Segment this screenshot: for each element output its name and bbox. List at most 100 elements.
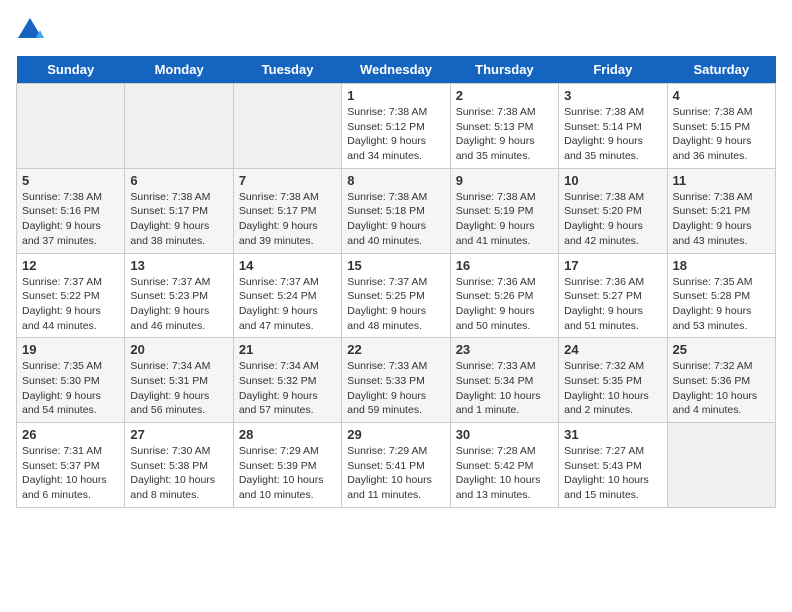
day-header-tuesday: Tuesday: [233, 56, 341, 84]
cell-info-text: Sunrise: 7:28 AM Sunset: 5:42 PM Dayligh…: [456, 444, 553, 503]
cell-info-text: Sunrise: 7:38 AM Sunset: 5:17 PM Dayligh…: [239, 190, 336, 249]
calendar-cell: 5 Sunrise: 7:38 AM Sunset: 5:16 PM Daylig…: [17, 168, 125, 253]
cell-info-text: Sunrise: 7:35 AM Sunset: 5:30 PM Dayligh…: [22, 359, 119, 418]
calendar-cell: 1 Sunrise: 7:38 AM Sunset: 5:12 PM Daylig…: [342, 84, 450, 169]
cell-date-number: 10: [564, 173, 661, 188]
cell-date-number: 5: [22, 173, 119, 188]
cell-date-number: 21: [239, 342, 336, 357]
cell-date-number: 18: [673, 258, 770, 273]
cell-date-number: 1: [347, 88, 444, 103]
cell-date-number: 11: [673, 173, 770, 188]
cell-date-number: 6: [130, 173, 227, 188]
cell-info-text: Sunrise: 7:31 AM Sunset: 5:37 PM Dayligh…: [22, 444, 119, 503]
calendar-cell: 9 Sunrise: 7:38 AM Sunset: 5:19 PM Daylig…: [450, 168, 558, 253]
calendar-cell: 16 Sunrise: 7:36 AM Sunset: 5:26 PM Dayli…: [450, 253, 558, 338]
cell-date-number: 12: [22, 258, 119, 273]
logo-icon: [16, 16, 44, 44]
cell-date-number: 26: [22, 427, 119, 442]
cell-date-number: 9: [456, 173, 553, 188]
day-header-thursday: Thursday: [450, 56, 558, 84]
calendar-cell: 28Sunrise: 7:29 AM Sunset: 5:39 PM Dayli…: [233, 423, 341, 508]
logo: [16, 16, 48, 44]
cell-info-text: Sunrise: 7:36 AM Sunset: 5:26 PM Dayligh…: [456, 275, 553, 334]
cell-info-text: Sunrise: 7:29 AM Sunset: 5:39 PM Dayligh…: [239, 444, 336, 503]
week-row-2: 5 Sunrise: 7:38 AM Sunset: 5:16 PM Daylig…: [17, 168, 776, 253]
cell-info-text: Sunrise: 7:37 AM Sunset: 5:24 PM Dayligh…: [239, 275, 336, 334]
cell-date-number: 4: [673, 88, 770, 103]
cell-info-text: Sunrise: 7:32 AM Sunset: 5:35 PM Dayligh…: [564, 359, 661, 418]
calendar-cell: 14 Sunrise: 7:37 AM Sunset: 5:24 PM Dayli…: [233, 253, 341, 338]
calendar-cell: 11 Sunrise: 7:38 AM Sunset: 5:21 PM Dayli…: [667, 168, 775, 253]
cell-date-number: 20: [130, 342, 227, 357]
cell-info-text: Sunrise: 7:37 AM Sunset: 5:25 PM Dayligh…: [347, 275, 444, 334]
cell-info-text: Sunrise: 7:36 AM Sunset: 5:27 PM Dayligh…: [564, 275, 661, 334]
cell-date-number: 16: [456, 258, 553, 273]
calendar-cell: 29 Sunrise: 7:29 AM Sunset: 5:41 PM Dayli…: [342, 423, 450, 508]
week-row-1: 1 Sunrise: 7:38 AM Sunset: 5:12 PM Daylig…: [17, 84, 776, 169]
cell-info-text: Sunrise: 7:38 AM Sunset: 5:16 PM Dayligh…: [22, 190, 119, 249]
cell-info-text: Sunrise: 7:38 AM Sunset: 5:21 PM Dayligh…: [673, 190, 770, 249]
calendar-cell: 8 Sunrise: 7:38 AM Sunset: 5:18 PM Daylig…: [342, 168, 450, 253]
cell-info-text: Sunrise: 7:30 AM Sunset: 5:38 PM Dayligh…: [130, 444, 227, 503]
cell-date-number: 19: [22, 342, 119, 357]
cell-date-number: 3: [564, 88, 661, 103]
cell-info-text: Sunrise: 7:38 AM Sunset: 5:18 PM Dayligh…: [347, 190, 444, 249]
cell-info-text: Sunrise: 7:38 AM Sunset: 5:13 PM Dayligh…: [456, 105, 553, 164]
cell-info-text: Sunrise: 7:37 AM Sunset: 5:23 PM Dayligh…: [130, 275, 227, 334]
calendar-cell: [17, 84, 125, 169]
cell-info-text: Sunrise: 7:38 AM Sunset: 5:17 PM Dayligh…: [130, 190, 227, 249]
calendar-cell: [667, 423, 775, 508]
cell-info-text: Sunrise: 7:38 AM Sunset: 5:12 PM Dayligh…: [347, 105, 444, 164]
cell-info-text: Sunrise: 7:32 AM Sunset: 5:36 PM Dayligh…: [673, 359, 770, 418]
calendar-cell: 21Sunrise: 7:34 AM Sunset: 5:32 PM Dayli…: [233, 338, 341, 423]
week-row-5: 26 Sunrise: 7:31 AM Sunset: 5:37 PM Dayli…: [17, 423, 776, 508]
calendar-cell: 2Sunrise: 7:38 AM Sunset: 5:13 PM Daylig…: [450, 84, 558, 169]
calendar-cell: 18 Sunrise: 7:35 AM Sunset: 5:28 PM Dayli…: [667, 253, 775, 338]
calendar-cell: 19 Sunrise: 7:35 AM Sunset: 5:30 PM Dayli…: [17, 338, 125, 423]
page-header: [16, 16, 776, 44]
cell-date-number: 23: [456, 342, 553, 357]
cell-info-text: Sunrise: 7:38 AM Sunset: 5:19 PM Dayligh…: [456, 190, 553, 249]
cell-date-number: 29: [347, 427, 444, 442]
calendar-cell: 15 Sunrise: 7:37 AM Sunset: 5:25 PM Dayli…: [342, 253, 450, 338]
day-header-monday: Monday: [125, 56, 233, 84]
cell-info-text: Sunrise: 7:38 AM Sunset: 5:20 PM Dayligh…: [564, 190, 661, 249]
cell-info-text: Sunrise: 7:37 AM Sunset: 5:22 PM Dayligh…: [22, 275, 119, 334]
calendar-cell: 26 Sunrise: 7:31 AM Sunset: 5:37 PM Dayli…: [17, 423, 125, 508]
cell-info-text: Sunrise: 7:29 AM Sunset: 5:41 PM Dayligh…: [347, 444, 444, 503]
calendar-cell: 12 Sunrise: 7:37 AM Sunset: 5:22 PM Dayli…: [17, 253, 125, 338]
calendar-cell: 4 Sunrise: 7:38 AM Sunset: 5:15 PM Daylig…: [667, 84, 775, 169]
cell-info-text: Sunrise: 7:33 AM Sunset: 5:34 PM Dayligh…: [456, 359, 553, 418]
calendar-table: SundayMondayTuesdayWednesdayThursdayFrid…: [16, 56, 776, 508]
cell-date-number: 8: [347, 173, 444, 188]
cell-date-number: 24: [564, 342, 661, 357]
calendar-cell: 31Sunrise: 7:27 AM Sunset: 5:43 PM Dayli…: [559, 423, 667, 508]
cell-info-text: Sunrise: 7:35 AM Sunset: 5:28 PM Dayligh…: [673, 275, 770, 334]
cell-date-number: 27: [130, 427, 227, 442]
cell-info-text: Sunrise: 7:38 AM Sunset: 5:15 PM Dayligh…: [673, 105, 770, 164]
calendar-cell: 23 Sunrise: 7:33 AM Sunset: 5:34 PM Dayli…: [450, 338, 558, 423]
cell-info-text: Sunrise: 7:33 AM Sunset: 5:33 PM Dayligh…: [347, 359, 444, 418]
calendar-cell: [233, 84, 341, 169]
cell-info-text: Sunrise: 7:34 AM Sunset: 5:31 PM Dayligh…: [130, 359, 227, 418]
calendar-cell: 10 Sunrise: 7:38 AM Sunset: 5:20 PM Dayli…: [559, 168, 667, 253]
cell-date-number: 15: [347, 258, 444, 273]
cell-date-number: 31: [564, 427, 661, 442]
calendar-cell: 13Sunrise: 7:37 AM Sunset: 5:23 PM Dayli…: [125, 253, 233, 338]
cell-date-number: 17: [564, 258, 661, 273]
calendar-cell: 27 Sunrise: 7:30 AM Sunset: 5:38 PM Dayli…: [125, 423, 233, 508]
day-header-friday: Friday: [559, 56, 667, 84]
cell-date-number: 14: [239, 258, 336, 273]
calendar-cell: 30 Sunrise: 7:28 AM Sunset: 5:42 PM Dayli…: [450, 423, 558, 508]
week-row-4: 19 Sunrise: 7:35 AM Sunset: 5:30 PM Dayli…: [17, 338, 776, 423]
cell-date-number: 22: [347, 342, 444, 357]
calendar-cell: 7 Sunrise: 7:38 AM Sunset: 5:17 PM Daylig…: [233, 168, 341, 253]
day-header-sunday: Sunday: [17, 56, 125, 84]
calendar-cell: 25Sunrise: 7:32 AM Sunset: 5:36 PM Dayli…: [667, 338, 775, 423]
cell-date-number: 7: [239, 173, 336, 188]
cell-date-number: 30: [456, 427, 553, 442]
cell-info-text: Sunrise: 7:38 AM Sunset: 5:14 PM Dayligh…: [564, 105, 661, 164]
calendar-cell: [125, 84, 233, 169]
calendar-cell: 3 Sunrise: 7:38 AM Sunset: 5:14 PM Daylig…: [559, 84, 667, 169]
calendar-cell: 24 Sunrise: 7:32 AM Sunset: 5:35 PM Dayli…: [559, 338, 667, 423]
